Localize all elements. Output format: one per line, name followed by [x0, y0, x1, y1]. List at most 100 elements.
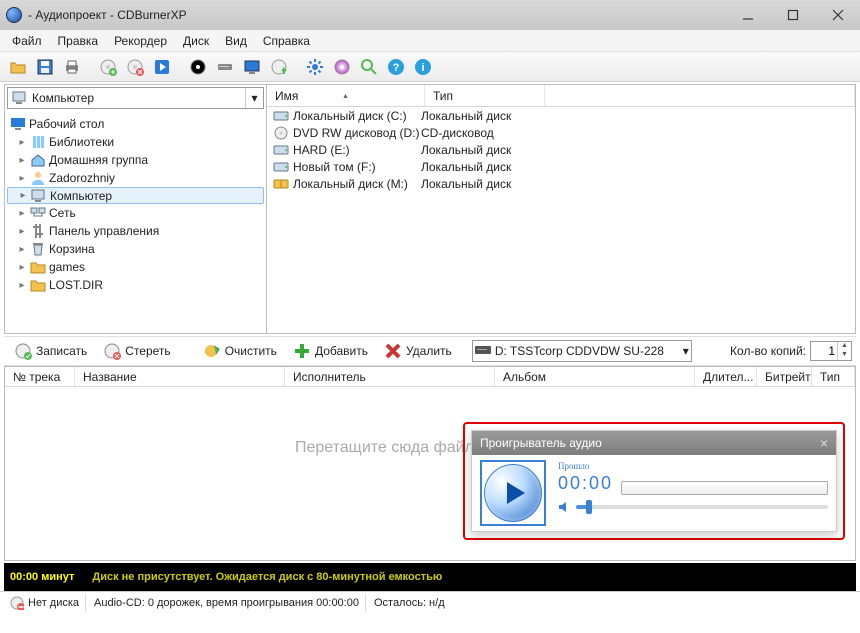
copies-spinner[interactable]: ▲▼: [810, 341, 852, 361]
tree-item[interactable]: ▸Zadorozhniy: [7, 169, 264, 187]
col-name[interactable]: ▲Имя: [267, 85, 425, 106]
svg-text:i: i: [421, 62, 424, 74]
disc-burn-icon[interactable]: [186, 55, 210, 79]
file-name: HARD (E:): [293, 143, 421, 157]
expander-icon[interactable]: ▸: [18, 190, 28, 201]
copies-up[interactable]: ▲: [838, 342, 851, 351]
file-list[interactable]: Локальный диск (C:)Локальный дискDVD RW …: [267, 107, 855, 333]
file-row[interactable]: Новый том (F:)Локальный диск: [267, 158, 855, 175]
user-icon: [30, 170, 46, 186]
file-row[interactable]: DVD RW дисковод (D:)CD-дисковод: [267, 124, 855, 141]
tree-pane: Компьютер ▾ Рабочий стол ▸Библиотеки▸Дом…: [5, 85, 267, 333]
info-icon[interactable]: i: [411, 55, 435, 79]
menu-recorder[interactable]: Рекордер: [106, 30, 175, 52]
chevron-down-icon[interactable]: ▾: [683, 344, 689, 358]
tree-item[interactable]: ▸Сеть: [7, 204, 264, 222]
player-close-icon[interactable]: ×: [820, 435, 828, 451]
print-icon[interactable]: [60, 55, 84, 79]
burn-button[interactable]: Записать: [8, 339, 93, 363]
settings-icon[interactable]: [303, 55, 327, 79]
menu-help[interactable]: Справка: [255, 30, 318, 52]
track-list[interactable]: № трека Название Исполнитель Альбом Длит…: [4, 366, 856, 561]
hdd-icon: [273, 142, 289, 158]
disc-message: Диск не присутствует. Ожидается диск с 8…: [92, 571, 442, 583]
chevron-down-icon[interactable]: ▾: [245, 88, 263, 108]
expander-icon[interactable]: ▸: [17, 262, 27, 273]
minimize-button[interactable]: [725, 0, 770, 30]
search-icon[interactable]: [357, 55, 381, 79]
file-type: CD-дисковод: [421, 126, 494, 140]
col-title[interactable]: Название: [75, 367, 285, 386]
expander-icon[interactable]: ▸: [17, 244, 27, 255]
disc-up-icon[interactable]: [267, 55, 291, 79]
expander-icon[interactable]: ▸: [17, 137, 27, 148]
tree-root[interactable]: Рабочий стол: [7, 115, 264, 133]
app-icon: [6, 7, 22, 23]
svg-text:?: ?: [393, 62, 400, 74]
col-type[interactable]: Тип: [425, 85, 545, 106]
expander-icon[interactable]: ▸: [17, 155, 27, 166]
folder-tree[interactable]: Рабочий стол ▸Библиотеки▸Домашняя группа…: [5, 111, 266, 333]
clear-button[interactable]: Очистить: [197, 339, 283, 363]
desktop-icon: [10, 116, 26, 132]
col-album[interactable]: Альбом: [495, 367, 695, 386]
menu-file[interactable]: Файл: [4, 30, 50, 52]
device-combo[interactable]: D: TSSTcorp CDDVDW SU-228 ▾: [472, 340, 692, 362]
tree-item[interactable]: ▸games: [7, 258, 264, 276]
menu-disc[interactable]: Диск: [175, 30, 217, 52]
col-bitrate[interactable]: Битрейт: [757, 367, 812, 386]
location-combo[interactable]: Компьютер ▾: [7, 87, 264, 109]
title-bar: - Аудиопроект - CDBurnerXP: [0, 0, 860, 30]
expander-icon[interactable]: ▸: [17, 226, 27, 237]
play-icon[interactable]: [150, 55, 174, 79]
drive-icon[interactable]: [213, 55, 237, 79]
col-trackno[interactable]: № трека: [5, 367, 75, 386]
col-type[interactable]: Тип: [812, 367, 855, 386]
col-artist[interactable]: Исполнитель: [285, 367, 495, 386]
tree-item[interactable]: ▸Панель управления: [7, 222, 264, 240]
copies-label: Кол-во копий:: [730, 344, 806, 358]
hdd-icon: [273, 108, 289, 124]
tree-item[interactable]: ▸Корзина: [7, 240, 264, 258]
disc-color-icon[interactable]: [330, 55, 354, 79]
disc-add-icon[interactable]: [96, 55, 120, 79]
expander-icon[interactable]: ▸: [17, 208, 27, 219]
tree-item[interactable]: ▸ LOST.DIR: [7, 276, 264, 294]
maximize-button[interactable]: [770, 0, 815, 30]
close-button[interactable]: [815, 0, 860, 30]
expander-icon[interactable]: ▸: [17, 173, 27, 184]
menu-view[interactable]: Вид: [217, 30, 255, 52]
file-row[interactable]: Локальный диск (M:)Локальный диск: [267, 175, 855, 192]
help-icon[interactable]: ?: [384, 55, 408, 79]
open-icon[interactable]: [6, 55, 30, 79]
tree-item[interactable]: ▸Библиотеки: [7, 133, 264, 151]
player-titlebar[interactable]: Проигрыватель аудио ×: [472, 431, 836, 455]
delete-button[interactable]: Удалить: [378, 339, 458, 363]
erase-icon: [103, 342, 121, 360]
tree-item-label: LOST.DIR: [49, 278, 103, 292]
tree-item[interactable]: ▸Домашняя группа: [7, 151, 264, 169]
progress-bar[interactable]: [621, 481, 828, 495]
copies-down[interactable]: ▼: [838, 351, 851, 360]
expander-icon[interactable]: ▸: [17, 280, 27, 291]
menu-edit[interactable]: Правка: [50, 30, 107, 52]
play-button-box: [480, 460, 546, 526]
erase-button[interactable]: Стереть: [97, 339, 176, 363]
tree-item[interactable]: ▸Компьютер: [7, 187, 264, 204]
save-icon[interactable]: [33, 55, 57, 79]
file-row[interactable]: HARD (E:)Локальный диск: [267, 141, 855, 158]
monitor-icon[interactable]: [240, 55, 264, 79]
pc-icon: [12, 90, 28, 106]
volume-slider[interactable]: [576, 505, 828, 509]
file-name: Новый том (F:): [293, 160, 421, 174]
file-row[interactable]: Локальный диск (C:)Локальный диск: [267, 107, 855, 124]
col-duration[interactable]: Длител...: [695, 367, 757, 386]
disc-remove-icon[interactable]: [123, 55, 147, 79]
add-button[interactable]: Добавить: [287, 339, 374, 363]
copies-input[interactable]: [811, 343, 837, 359]
file-pane: ▲Имя Тип Локальный диск (C:)Локальный ди…: [267, 85, 855, 333]
play-button[interactable]: [484, 464, 542, 522]
cpl-icon: [30, 223, 46, 239]
volume-icon: [558, 501, 570, 513]
dvd-icon: [273, 125, 289, 141]
